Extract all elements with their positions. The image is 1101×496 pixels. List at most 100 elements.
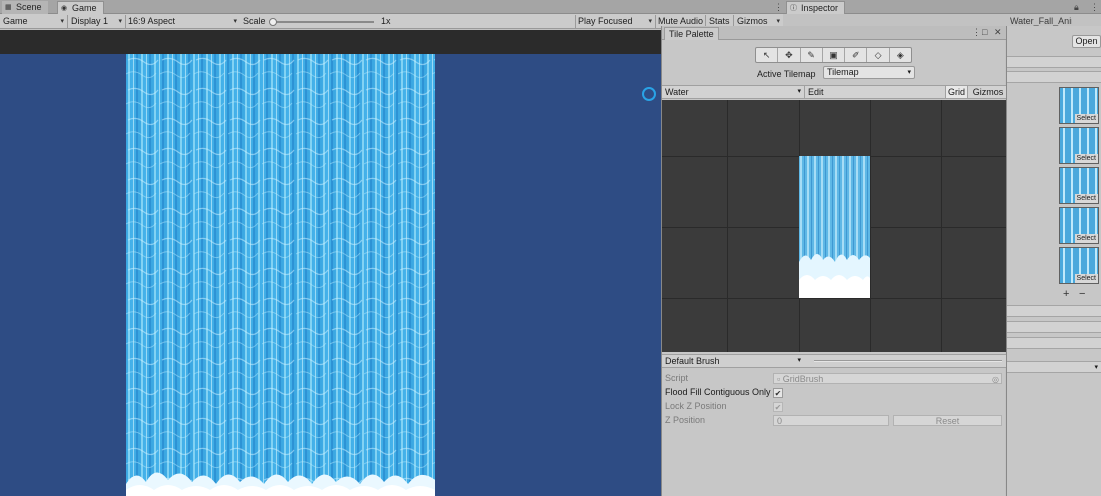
edit-palette-button[interactable]: Edit: [804, 86, 844, 98]
tab-tile-palette-label: Tile Palette: [669, 29, 714, 39]
select-label[interactable]: Select: [1074, 154, 1098, 163]
palette-value: Water: [665, 87, 689, 97]
palette-gizmos-button[interactable]: Gizmos: [970, 86, 1006, 98]
lock-z-checkbox[interactable]: ✔: [773, 402, 783, 412]
select-label[interactable]: Select: [1074, 194, 1098, 203]
tile-tools-toolbar: ↖ ✥ ✎ ▣ ✐ ◇ ◈: [755, 47, 912, 63]
tab-inspector-label: Inspector: [801, 3, 839, 13]
inspector-tab-menu-icon[interactable]: ⋮: [1090, 2, 1099, 13]
splitter-handle[interactable]: [814, 360, 1002, 362]
inspector-strip: [1007, 56, 1101, 68]
box-fill-tool-icon[interactable]: ▣: [823, 48, 846, 62]
editor-tab-strip: ▦ Scene ◉ Game ⋮ ⓘ Inspector 🔒︎ ⋮: [0, 0, 1101, 14]
tab-scene-label: Scene: [16, 2, 42, 12]
palette-dropdown[interactable]: Water ▾: [662, 86, 804, 98]
brush-value: Default Brush: [665, 356, 720, 366]
script-value: GridBrush: [782, 374, 824, 384]
view-mode-dropdown[interactable]: Game ▾: [0, 15, 66, 28]
dropdown-arrow-icon: ▾: [1094, 364, 1098, 371]
reset-label: Reset: [935, 416, 960, 426]
tab-game[interactable]: ◉ Game: [57, 1, 104, 14]
waterfall-tile[interactable]: [799, 156, 870, 298]
window-menu-icon[interactable]: ⋮: [972, 27, 981, 38]
inspector-strip: [1007, 321, 1101, 333]
play-mode-value: Play Focused: [578, 16, 633, 26]
paint-brush-tool-icon[interactable]: ✎: [801, 48, 823, 62]
picker-tool-icon[interactable]: ✐: [845, 48, 868, 62]
frame-thumbnail[interactable]: Select: [1059, 247, 1099, 284]
brush-toolbar: Default Brush ▾: [662, 354, 1006, 368]
display-dropdown[interactable]: Display 1 ▾: [68, 15, 124, 28]
inspector-strip: [1007, 305, 1101, 317]
flood-fill-checkbox[interactable]: ✔: [773, 388, 783, 398]
flood-fill-label: Flood Fill Contiguous Only: [665, 387, 771, 397]
game-view-letterbox: [0, 30, 661, 54]
gizmos-label: Gizmos: [737, 16, 768, 26]
frame-thumbnail[interactable]: Select: [1059, 167, 1099, 204]
select-label[interactable]: Select: [1074, 234, 1098, 243]
reset-button[interactable]: Reset: [893, 415, 1002, 426]
frame-thumbnail[interactable]: Select: [1059, 127, 1099, 164]
close-icon[interactable]: ✕: [994, 27, 1002, 38]
open-button[interactable]: Open: [1072, 35, 1101, 48]
tab-inspector[interactable]: ⓘ Inspector: [786, 1, 846, 14]
inspector-panel: Select Select Select Select Select + − ▾: [1006, 26, 1101, 496]
tile-palette-grid[interactable]: [662, 100, 1006, 352]
lock-icon[interactable]: 🔒︎: [1074, 2, 1079, 13]
dropdown-arrow-icon: ▾: [60, 18, 64, 25]
frame-thumbnail[interactable]: Select: [1059, 87, 1099, 124]
z-position-value: 0: [777, 416, 783, 426]
dropdown-arrow-icon: ▾: [907, 69, 911, 76]
scale-slider-track[interactable]: [270, 21, 374, 23]
lock-z-label: Lock Z Position: [665, 401, 727, 411]
dropdown-arrow-icon: ▾: [797, 357, 801, 364]
grid-toggle-button[interactable]: Grid: [945, 86, 968, 98]
scale-label: Scale: [243, 16, 266, 26]
inspector-asset-title: Water_Fall_Animated_Tile (Animated Tile): [1010, 16, 1072, 26]
eraser-tool-icon[interactable]: ◇: [867, 48, 890, 62]
info-icon: ⓘ: [790, 5, 797, 12]
add-frame-button[interactable]: +: [1063, 288, 1069, 300]
inspector-strip: [1007, 71, 1101, 83]
grid-line: [941, 100, 942, 352]
gamepad-icon: ◉: [61, 5, 68, 12]
brush-dropdown[interactable]: Default Brush ▾: [662, 355, 804, 367]
script-field: ▫ GridBrush ◎: [773, 373, 1002, 384]
grid-line: [870, 100, 871, 352]
select-label[interactable]: Select: [1074, 274, 1098, 283]
frame-thumbnail[interactable]: Select: [1059, 207, 1099, 244]
select-label[interactable]: Select: [1074, 114, 1098, 123]
remove-frame-button[interactable]: −: [1079, 288, 1085, 300]
dropdown-arrow-icon: ▾: [648, 18, 652, 25]
z-position-label: Z Position: [665, 415, 706, 425]
fill-bucket-tool-icon[interactable]: ◈: [890, 48, 911, 62]
active-tilemap-label: Active Tilemap: [757, 69, 816, 79]
edit-label: Edit: [808, 87, 824, 97]
aspect-dropdown[interactable]: 16:9 Aspect ▾: [125, 15, 239, 28]
inspector-strip: [1007, 337, 1101, 349]
maximize-icon[interactable]: □: [982, 27, 987, 37]
scale-slider-thumb[interactable]: [269, 18, 277, 26]
scale-value: 1x: [381, 16, 391, 26]
script-label: Script: [665, 373, 689, 383]
tab-game-label: Game: [72, 3, 97, 13]
active-tilemap-dropdown[interactable]: Tilemap ▾: [823, 66, 915, 79]
tile-palette-titlebar: Tile Palette ⋮ □ ✕: [662, 26, 1006, 40]
select-tool-icon[interactable]: ↖: [756, 48, 779, 62]
grid-line: [662, 298, 1006, 299]
view-mode-value: Game: [3, 16, 28, 26]
tab-tile-palette[interactable]: Tile Palette: [664, 27, 719, 40]
move-tool-icon[interactable]: ✥: [778, 48, 801, 62]
dropdown-arrow-icon: ▾: [118, 18, 122, 25]
tile-palette-window: Tile Palette ⋮ □ ✕ ↖ ✥ ✎ ▣ ✐ ◇ ◈ Active …: [661, 26, 1006, 496]
palette-toolbar: Water ▾ Edit Grid Gizmos: [662, 85, 1006, 99]
tab-scene[interactable]: ▦ Scene: [2, 1, 48, 14]
z-position-field[interactable]: 0: [773, 415, 889, 426]
play-mode-dropdown[interactable]: Play Focused ▾: [575, 15, 654, 28]
game-tab-menu-icon[interactable]: ⋮: [774, 2, 783, 13]
dropdown-arrow-icon: ▾: [797, 88, 801, 95]
display-value: Display 1: [71, 16, 109, 26]
dropdown-arrow-icon: ▾: [233, 18, 237, 25]
inspector-dropdown[interactable]: ▾: [1007, 361, 1101, 373]
aspect-value: 16:9 Aspect: [128, 16, 176, 26]
